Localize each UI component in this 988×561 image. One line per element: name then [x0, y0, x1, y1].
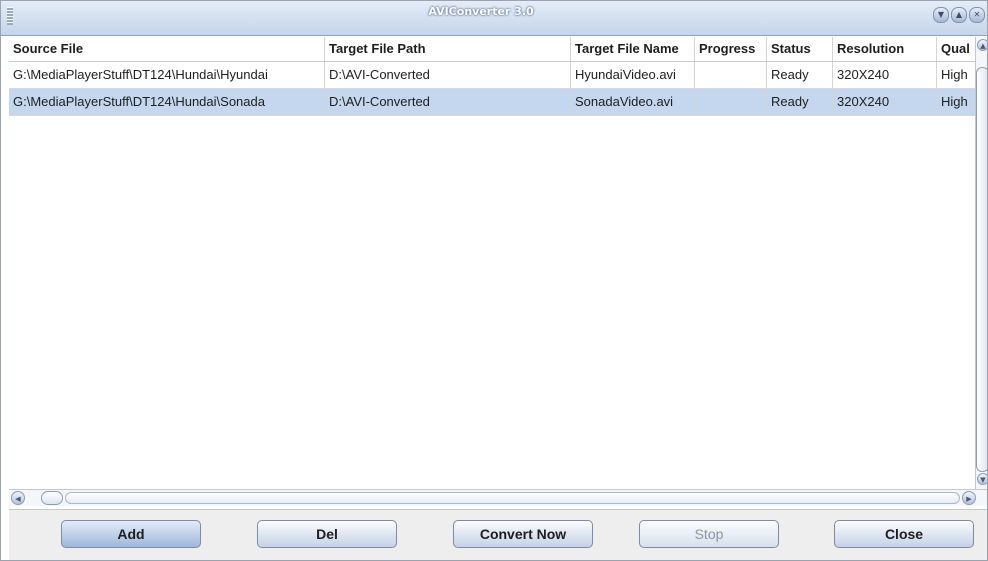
cell-progress	[695, 89, 767, 115]
cell-target-path: D:\AVI-Converted	[325, 89, 571, 115]
cell-status: Ready	[767, 62, 833, 88]
horizontal-scroll-thumb[interactable]	[41, 491, 63, 505]
close-icon[interactable]: ✕	[969, 7, 985, 23]
column-header-progress[interactable]: Progress	[695, 37, 767, 61]
table-header: Source File Target File Path Target File…	[9, 37, 975, 62]
horizontal-scrollbar[interactable]: ◀ ▶	[9, 489, 987, 506]
column-header-target-file-path[interactable]: Target File Path	[325, 37, 571, 61]
cell-resolution: 320X240	[833, 62, 937, 88]
cell-target-name: SonadaVideo.avi	[571, 89, 695, 115]
cell-target-path: D:\AVI-Converted	[325, 62, 571, 88]
column-header-resolution[interactable]: Resolution	[833, 37, 937, 61]
cell-quality: High	[941, 67, 968, 82]
scroll-up-icon[interactable]: ▲	[977, 39, 987, 51]
scroll-left-icon[interactable]: ◀	[11, 491, 25, 505]
cell-resolution: 320X240	[833, 89, 937, 115]
cell-target-name: HyundaiVideo.avi	[571, 62, 695, 88]
cell-quality: High	[941, 94, 968, 109]
column-header-source-file[interactable]: Source File	[9, 37, 325, 61]
cell-status: Ready	[767, 89, 833, 115]
column-header-target-file-name[interactable]: Target File Name	[571, 37, 695, 61]
stop-button[interactable]: Stop	[639, 520, 779, 548]
scroll-down-icon[interactable]: ▼	[977, 473, 987, 485]
add-button[interactable]: Add	[61, 520, 201, 548]
column-header-status[interactable]: Status	[767, 37, 833, 61]
cell-source-file: G:\MediaPlayerStuff\DT124\Hundai\Hyundai	[9, 62, 325, 88]
close-button[interactable]: Close	[834, 520, 974, 548]
del-button[interactable]: Del	[257, 520, 397, 548]
window-controls: ▼ ▲ ✕	[933, 7, 985, 23]
horizontal-scroll-track[interactable]	[65, 492, 960, 504]
cell-progress	[695, 62, 767, 88]
vertical-scrollbar[interactable]: ▲ ▼	[975, 37, 987, 489]
vertical-scroll-thumb[interactable]	[976, 67, 987, 472]
file-table-body: G:\MediaPlayerStuff\DT124\Hundai\Hyundai…	[9, 62, 975, 487]
button-bar: Add Del Convert Now Stop Close	[9, 509, 987, 560]
title-bar[interactable]: AVIConverter 3.0 ▼ ▲ ✕	[1, 1, 987, 36]
scroll-right-icon[interactable]: ▶	[962, 491, 976, 505]
column-header-quality[interactable]: Qual	[937, 37, 975, 61]
app-window: AVIConverter 3.0 ▼ ▲ ✕ Source File Targe…	[0, 0, 988, 561]
table-row-selected[interactable]: G:\MediaPlayerStuff\DT124\Hundai\Sonada …	[9, 89, 975, 116]
maximize-icon[interactable]: ▲	[951, 7, 967, 23]
window-title: AVIConverter 3.0	[428, 5, 534, 18]
minimize-icon[interactable]: ▼	[933, 7, 949, 23]
cell-source-file: G:\MediaPlayerStuff\DT124\Hundai\Sonada	[9, 89, 325, 115]
convert-now-button[interactable]: Convert Now	[453, 520, 593, 548]
table-row[interactable]: G:\MediaPlayerStuff\DT124\Hundai\Hyundai…	[9, 62, 975, 89]
